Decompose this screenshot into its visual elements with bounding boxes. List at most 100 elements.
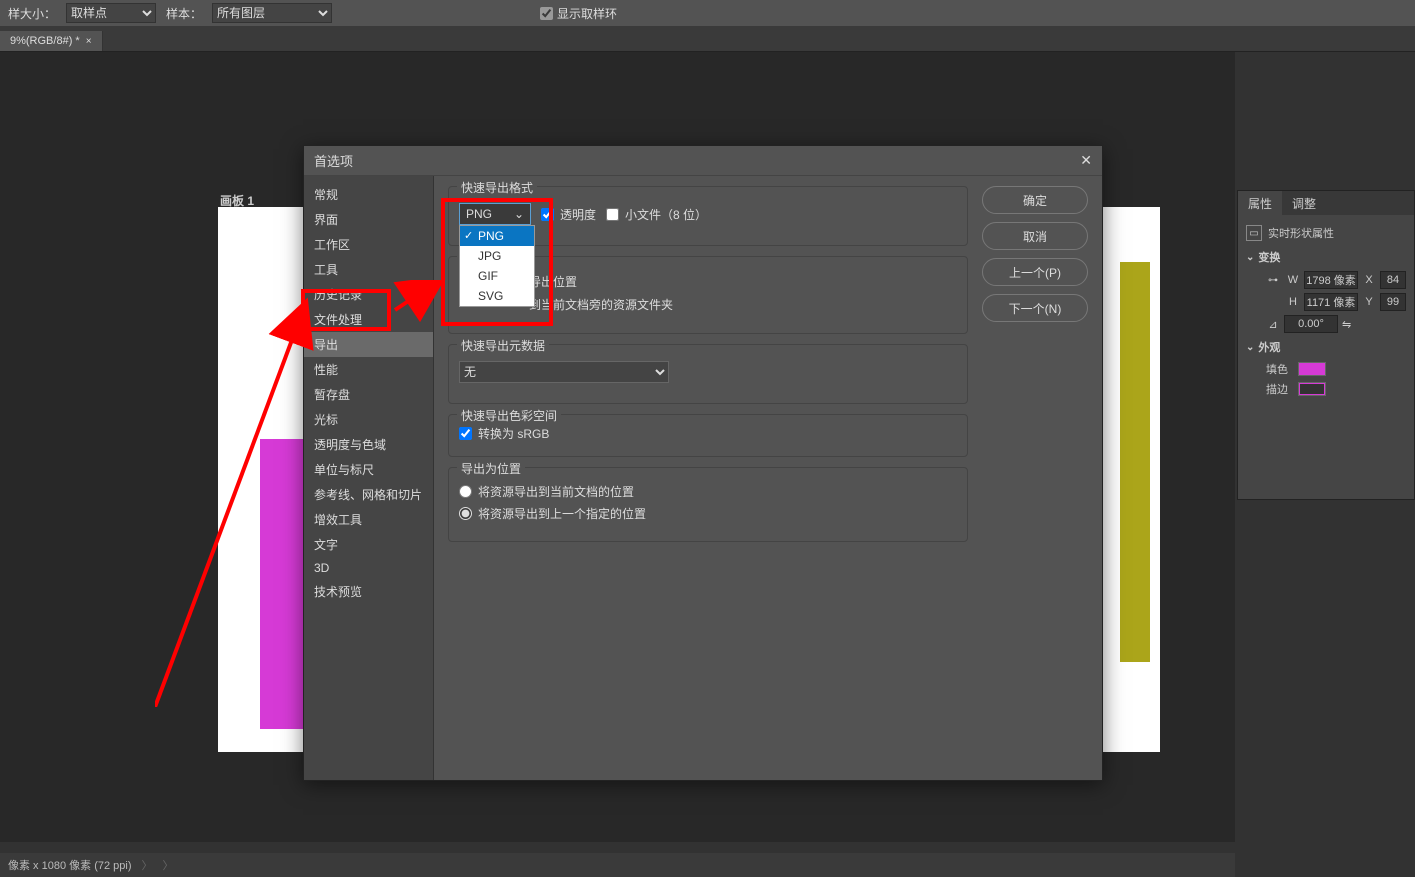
width-field[interactable]: [1304, 271, 1358, 289]
category-units[interactable]: 单位与标尺: [304, 457, 433, 482]
transparency-label: 透明度: [560, 206, 596, 223]
exportloc-current-label: 将资源导出到当前文档的位置: [478, 483, 634, 500]
category-export[interactable]: 导出: [304, 332, 433, 357]
x-label: X: [1362, 274, 1376, 286]
category-cursors[interactable]: 光标: [304, 407, 433, 432]
category-type[interactable]: 文字: [304, 532, 433, 557]
category-techpreview[interactable]: 技术预览: [304, 579, 433, 604]
angle-icon: ⊿: [1266, 318, 1280, 331]
shape-icon: ▭: [1246, 225, 1262, 241]
format-option-png[interactable]: PNG: [460, 226, 534, 246]
srgb-label: 转换为 sRGB: [478, 425, 549, 442]
transform-section-title[interactable]: 变换: [1246, 249, 1406, 265]
category-list: 常规 界面 工作区 工具 历史记录 文件处理 导出 性能 暂存盘 光标 透明度与…: [304, 176, 434, 780]
show-sampling-ring[interactable]: 显示取样环: [540, 5, 617, 22]
stroke-swatch[interactable]: [1298, 382, 1326, 396]
smallfile-label: 小文件（8 位）: [625, 206, 707, 223]
category-filehandling[interactable]: 文件处理: [304, 307, 433, 332]
y-label: Y: [1362, 296, 1376, 308]
next-button[interactable]: 下一个(N): [982, 294, 1088, 322]
height-field[interactable]: [1304, 293, 1358, 311]
srgb-checkbox[interactable]: [459, 427, 472, 440]
category-transparency[interactable]: 透明度与色域: [304, 432, 433, 457]
status-chevron-icon[interactable]: 〉: [163, 857, 174, 873]
status-bar: 像素 x 1080 像素 (72 ppi) 〉 〉: [0, 853, 1235, 877]
export-location-text1: 导出位置: [529, 273, 577, 290]
close-tab-icon[interactable]: ×: [86, 36, 92, 47]
properties-panel: 属性 调整 ▭ 实时形状属性 变换 ⊶ W X H Y: [1237, 190, 1415, 500]
category-workspace[interactable]: 工作区: [304, 232, 433, 257]
export-as-location-title: 导出为位置: [457, 460, 525, 477]
show-sampling-ring-label: 显示取样环: [557, 5, 617, 22]
export-metadata-group: 快速导出元数据 无: [448, 344, 968, 404]
document-tab-title: 9%(RGB/8#) *: [10, 35, 80, 47]
olive-rectangle-shape[interactable]: [1120, 262, 1150, 662]
export-colorspace-title: 快速导出色彩空间: [457, 407, 561, 424]
dialog-titlebar: 首选项 ✕: [304, 146, 1102, 176]
cancel-button[interactable]: 取消: [982, 222, 1088, 250]
transparency-option[interactable]: 透明度: [541, 206, 596, 223]
dialog-buttons: 确定 取消 上一个(P) 下一个(N): [968, 186, 1088, 770]
export-metadata-title: 快速导出元数据: [457, 337, 549, 354]
export-as-location-group: 导出为位置 将资源导出到当前文档的位置 将资源导出到上一个指定的位置: [448, 467, 968, 542]
format-dropdown[interactable]: PNG ⌄: [459, 203, 531, 225]
metadata-select[interactable]: 无: [459, 361, 669, 383]
stroke-label: 描边: [1266, 381, 1288, 397]
preferences-dialog: 首选项 ✕ 常规 界面 工作区 工具 历史记录 文件处理 导出 性能 暂存盘 光…: [303, 145, 1103, 781]
exportloc-last-radio[interactable]: [459, 507, 472, 520]
show-sampling-ring-checkbox[interactable]: [540, 7, 553, 20]
exportloc-current-radio[interactable]: [459, 485, 472, 498]
tab-properties[interactable]: 属性: [1238, 191, 1282, 215]
format-option-jpg[interactable]: JPG: [460, 246, 534, 266]
status-separator: 〉: [142, 857, 153, 873]
ok-button[interactable]: 确定: [982, 186, 1088, 214]
quick-export-format-title: 快速导出格式: [457, 179, 537, 196]
format-dropdown-list: PNG JPG GIF SVG: [459, 225, 535, 307]
tab-adjustments[interactable]: 调整: [1282, 191, 1326, 215]
status-doc-info: 像素 x 1080 像素 (72 ppi): [8, 857, 132, 873]
x-field[interactable]: [1380, 271, 1406, 289]
format-dropdown-value: PNG: [466, 207, 492, 221]
exportloc-current[interactable]: 将资源导出到当前文档的位置: [459, 483, 957, 500]
smallfile-option[interactable]: 小文件（8 位）: [606, 206, 707, 223]
shape-header-label: 实时形状属性: [1268, 225, 1334, 241]
document-tab[interactable]: 9%(RGB/8#) * ×: [0, 31, 103, 51]
dialog-title: 首选项: [314, 151, 353, 170]
preferences-content: 快速导出格式 PNG ⌄ PNG JPG GIF SVG: [448, 186, 968, 770]
srgb-option[interactable]: 转换为 sRGB: [459, 425, 957, 442]
export-location-text2: 到当前文档旁的资源文件夹: [529, 296, 673, 313]
category-general[interactable]: 常规: [304, 182, 433, 207]
height-label: H: [1286, 296, 1300, 308]
format-option-svg[interactable]: SVG: [460, 286, 534, 306]
link-icon[interactable]: ⊶: [1268, 275, 1278, 286]
export-colorspace-group: 快速导出色彩空间 转换为 sRGB: [448, 414, 968, 457]
sample-layers-select[interactable]: 所有图层: [212, 3, 332, 23]
angle-field[interactable]: [1284, 315, 1338, 333]
sample-layers-label: 样本：: [164, 5, 204, 22]
category-tools[interactable]: 工具: [304, 257, 433, 282]
quick-export-format-group: 快速导出格式 PNG ⌄ PNG JPG GIF SVG: [448, 186, 968, 246]
smallfile-checkbox[interactable]: [606, 208, 619, 221]
chevron-down-icon: ⌄: [514, 207, 524, 221]
category-plugins[interactable]: 增效工具: [304, 507, 433, 532]
category-history[interactable]: 历史记录: [304, 282, 433, 307]
width-label: W: [1286, 274, 1300, 286]
y-field[interactable]: [1380, 293, 1406, 311]
flip-h-icon[interactable]: ⇋: [1342, 318, 1351, 331]
sample-size-label: 样大小：: [6, 5, 58, 22]
appearance-section-title[interactable]: 外观: [1246, 339, 1406, 355]
category-scratch[interactable]: 暂存盘: [304, 382, 433, 407]
format-option-gif[interactable]: GIF: [460, 266, 534, 286]
options-bar: 样大小： 取样点 样本： 所有图层 显示取样环: [0, 0, 1415, 26]
fill-swatch[interactable]: [1298, 362, 1326, 376]
prev-button[interactable]: 上一个(P): [982, 258, 1088, 286]
category-performance[interactable]: 性能: [304, 357, 433, 382]
category-3d[interactable]: 3D: [304, 557, 433, 579]
close-icon[interactable]: ✕: [1080, 152, 1092, 169]
category-interface[interactable]: 界面: [304, 207, 433, 232]
exportloc-last[interactable]: 将资源导出到上一个指定的位置: [459, 505, 957, 522]
sample-size-select[interactable]: 取样点: [66, 3, 156, 23]
exportloc-last-label: 将资源导出到上一个指定的位置: [478, 505, 646, 522]
category-guides[interactable]: 参考线、网格和切片: [304, 482, 433, 507]
transparency-checkbox[interactable]: [541, 208, 554, 221]
